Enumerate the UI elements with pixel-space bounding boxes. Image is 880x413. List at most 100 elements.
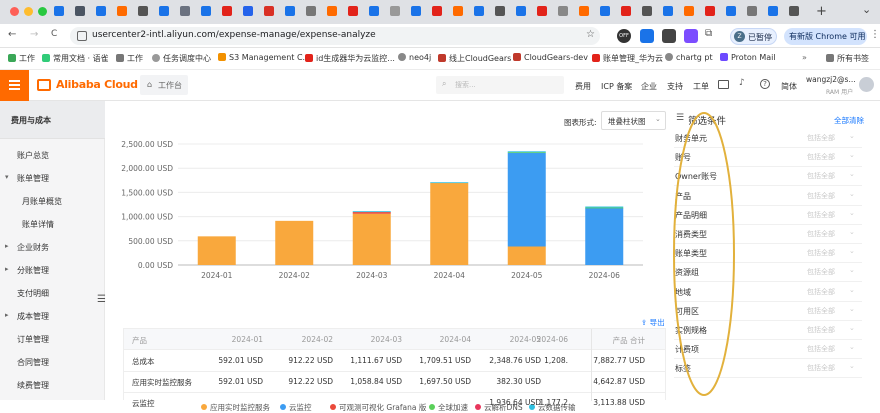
legend-item[interactable]: 云监控 xyxy=(280,402,312,413)
nav-link-icp[interactable]: ICP 备案 xyxy=(601,81,632,92)
profile-paused-button[interactable]: Z 已暂停 xyxy=(730,28,777,45)
tab-favicon-icon[interactable] xyxy=(768,6,778,16)
tab-favicon-icon[interactable] xyxy=(264,6,274,16)
bookmark-item[interactable]: S3 Management C... xyxy=(218,53,310,62)
filter-row[interactable]: 账单类型 包括全部 ⌄ xyxy=(674,244,862,264)
tab-favicon-icon[interactable] xyxy=(621,6,631,16)
clear-all-button[interactable]: 全部清除 xyxy=(834,115,864,126)
bookmark-item[interactable]: Proton Mail xyxy=(720,53,776,62)
tab-favicon-icon[interactable] xyxy=(306,6,316,16)
tab-favicon-icon[interactable] xyxy=(348,6,358,16)
filter-row[interactable]: 计费项 包括全部 ⌄ xyxy=(674,340,862,360)
close-window-button[interactable] xyxy=(10,7,19,16)
tab-favicon-icon[interactable] xyxy=(789,6,799,16)
tab-favicon-icon[interactable] xyxy=(96,6,106,16)
bookmark-item[interactable]: neo4j xyxy=(398,53,431,62)
back-icon[interactable]: ← xyxy=(8,29,16,40)
bar-segment[interactable] xyxy=(275,220,314,265)
tab-favicon-icon[interactable] xyxy=(54,6,64,16)
extensions-puzzle-icon[interactable]: ⧉ xyxy=(705,28,712,39)
sidebar-item[interactable]: 月账单概览 xyxy=(0,194,105,214)
tab-favicon-icon[interactable] xyxy=(75,6,85,16)
user-name[interactable]: wangzj2@s... xyxy=(806,75,856,84)
tab-favicon-icon[interactable] xyxy=(222,6,232,16)
bar-segment[interactable] xyxy=(197,236,236,265)
address-bar[interactable]: usercenter2-intl.aliyun.com/expense-mana… xyxy=(70,27,600,45)
zoom-window-button[interactable] xyxy=(38,7,47,16)
bar-segment[interactable] xyxy=(430,182,469,265)
sidebar-item[interactable]: 账单详情 xyxy=(0,217,105,237)
search-input[interactable]: ⌕ 搜索... xyxy=(436,76,564,94)
bar-segment[interactable] xyxy=(585,208,624,265)
bookmark-item[interactable]: 工作 xyxy=(116,53,143,64)
bar-segment[interactable] xyxy=(352,213,391,265)
bell-icon[interactable]: ♪ xyxy=(739,78,745,88)
bar-segment[interactable] xyxy=(352,211,391,213)
filter-row[interactable]: 实例规格 包括全部 ⌄ xyxy=(674,321,862,340)
tab-favicon-icon[interactable] xyxy=(600,6,610,16)
filter-row[interactable]: 账号 包括全部 ⌄ xyxy=(674,148,862,168)
sidebar-item[interactable]: ▸ 分账管理 xyxy=(0,263,105,283)
sidebar-item[interactable]: ▸ 企业财务 xyxy=(0,240,105,260)
bar-segment[interactable] xyxy=(585,206,624,208)
filter-row[interactable]: 可用区 包括全部 ⌄ xyxy=(674,302,862,321)
user-avatar[interactable] xyxy=(859,77,874,92)
filter-row[interactable]: Owner账号 包括全部 ⌄ xyxy=(674,167,862,187)
chrome-update-button[interactable]: 有新版 Chrome 可用 xyxy=(784,28,867,45)
sidebar-item[interactable]: 支付明细 xyxy=(0,286,105,306)
new-tab-button[interactable]: + xyxy=(816,4,827,19)
filter-row[interactable]: 产品明细 包括全部 ⌄ xyxy=(674,206,862,225)
nav-link-fees[interactable]: 费用 xyxy=(575,81,591,92)
bar-segment[interactable] xyxy=(507,151,546,153)
tab-favicon-icon[interactable] xyxy=(411,6,421,16)
tab-favicon-icon[interactable] xyxy=(117,6,127,16)
tab-favicon-icon[interactable] xyxy=(537,6,547,16)
tab-favicon-icon[interactable] xyxy=(684,6,694,16)
bookmark-item[interactable]: id生成器华为云监控... xyxy=(305,53,395,64)
tab-favicon-icon[interactable] xyxy=(495,6,505,16)
all-bookmarks-folder[interactable]: 所有书签 xyxy=(826,53,869,64)
bookmark-item[interactable]: » xyxy=(802,53,807,62)
tab-favicon-icon[interactable] xyxy=(159,6,169,16)
extension-icon[interactable] xyxy=(684,29,698,43)
bookmark-item[interactable]: CloudGears-dev xyxy=(513,53,588,62)
bar-segment[interactable] xyxy=(507,152,546,153)
sidebar-item[interactable]: ▸ 成本管理 xyxy=(0,309,105,329)
alibaba-cloud-logo-icon[interactable] xyxy=(37,79,51,91)
extension-icon[interactable] xyxy=(662,29,676,43)
tab-favicon-icon[interactable] xyxy=(390,6,400,16)
tab-favicon-icon[interactable] xyxy=(327,6,337,16)
tab-favicon-icon[interactable] xyxy=(201,6,211,16)
tab-favicon-icon[interactable] xyxy=(369,6,379,16)
legend-item[interactable]: 全球加速 xyxy=(429,402,468,413)
tab-favicon-icon[interactable] xyxy=(663,6,673,16)
tab-favicon-icon[interactable] xyxy=(432,6,442,16)
filter-row[interactable]: 地域 包括全部 ⌄ xyxy=(674,283,862,302)
hamburger-menu-button[interactable] xyxy=(0,70,29,101)
reload-icon[interactable]: C xyxy=(51,29,57,39)
tab-favicon-icon[interactable] xyxy=(558,6,568,16)
bar-segment[interactable] xyxy=(430,182,469,184)
tab-favicon-icon[interactable] xyxy=(579,6,589,16)
tab-favicon-icon[interactable] xyxy=(726,6,736,16)
bar-segment[interactable] xyxy=(585,207,624,209)
tab-favicon-icon[interactable] xyxy=(642,6,652,16)
sidebar-item[interactable]: 合同管理 xyxy=(0,355,105,375)
nav-link-tickets[interactable]: 工单 xyxy=(693,81,709,92)
sidebar-item[interactable]: 订单管理 xyxy=(0,332,105,352)
nav-link-enterprise[interactable]: 企业 xyxy=(641,81,657,92)
bookmark-item[interactable]: 任务调度中心 xyxy=(152,53,211,64)
language-switch[interactable]: 简体 xyxy=(781,81,797,92)
sidebar-item[interactable]: 账户总览 xyxy=(0,148,105,168)
help-icon[interactable]: ? xyxy=(760,79,770,89)
filter-row[interactable]: 消费类型 包括全部 ⌄ xyxy=(674,225,862,244)
forward-icon[interactable]: → xyxy=(30,29,38,40)
tab-favicon-icon[interactable] xyxy=(180,6,190,16)
legend-item[interactable]: 应用实时监控服务 xyxy=(201,402,270,413)
extension-off-icon[interactable]: OFF xyxy=(617,29,631,43)
screen-icon[interactable] xyxy=(718,80,729,89)
workbench-button[interactable]: ⌂ 工作台 xyxy=(140,75,188,95)
tab-favicon-icon[interactable] xyxy=(453,6,463,16)
legend-item[interactable]: 可观测可视化 Grafana 版 xyxy=(330,402,426,413)
bar-segment[interactable] xyxy=(507,246,546,265)
